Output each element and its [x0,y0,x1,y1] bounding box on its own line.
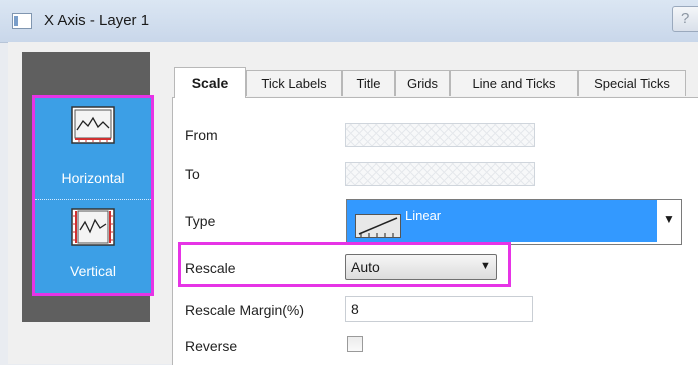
axis-item-vertical[interactable]: Vertical [35,199,151,296]
tab-line-and-ticks[interactable]: Line and Ticks [450,70,578,96]
reverse-label: Reverse [185,338,238,354]
chevron-down-icon[interactable]: ▼ [663,212,675,226]
window-icon [12,13,32,29]
to-input[interactable] [345,162,535,186]
reverse-checkbox[interactable] [347,336,363,352]
type-dropdown[interactable]: Linear ▼ [346,199,682,245]
from-input[interactable] [345,123,535,147]
tab-title[interactable]: Title [342,70,395,96]
window-title: X Axis - Layer 1 [44,12,150,29]
to-label: To [185,166,200,182]
rescale-margin-input[interactable]: 8 [345,296,533,322]
type-value: Linear [405,208,442,223]
rescale-margin-label: Rescale Margin(%) [185,302,305,318]
rescale-value: Auto [351,259,380,275]
help-button[interactable]: ? [672,6,698,32]
type-label: Type [185,213,216,229]
title-bar: X Axis - Layer 1 ? [0,0,698,43]
axis-item-label: Vertical [70,263,116,279]
axis-item-horizontal[interactable]: Horizontal [35,98,151,198]
tab-grids[interactable]: Grids [395,70,450,96]
vertical-axis-icon [71,208,115,246]
from-label: From [185,127,218,143]
tab-special-ticks[interactable]: Special Ticks [578,70,686,96]
axis-selector-list: Horizontal Vertical [32,95,154,296]
tab-tick-labels[interactable]: Tick Labels [246,70,342,96]
chevron-down-icon: ▼ [480,260,491,272]
linear-scale-icon [355,214,401,238]
rescale-margin-value: 8 [351,301,359,317]
horizontal-axis-icon [71,106,115,144]
axis-item-label: Horizontal [61,170,125,186]
rescale-dropdown[interactable]: Auto ▼ [345,254,497,280]
tab-scale[interactable]: Scale [174,67,246,98]
rescale-label: Rescale [185,260,236,276]
